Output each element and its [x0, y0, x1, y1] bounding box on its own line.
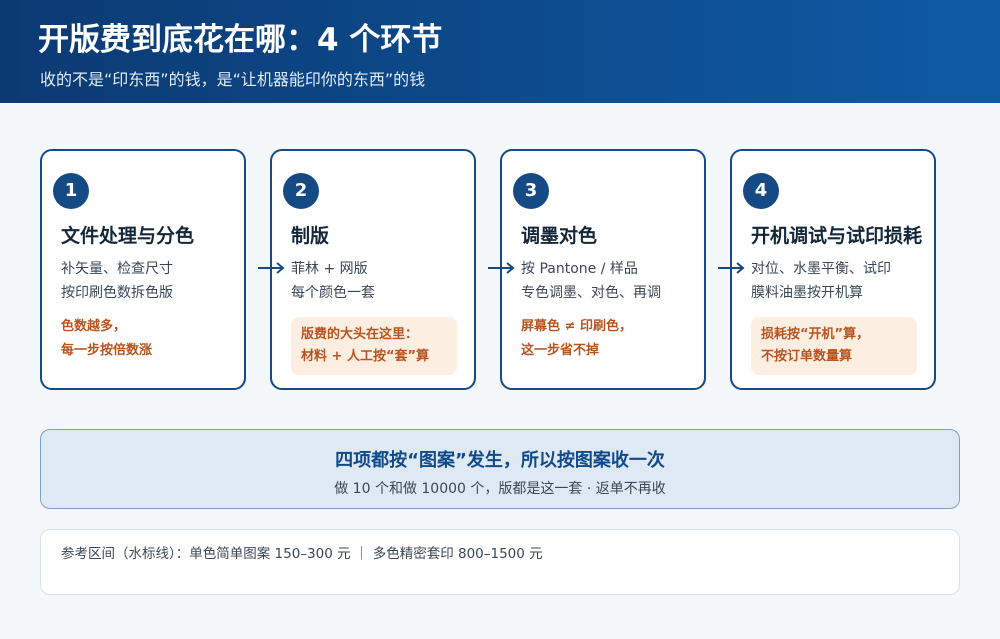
step-note-line: 损耗按“开机”算，: [761, 327, 870, 342]
step-number-badge: 2: [283, 173, 319, 209]
arrow-right-icon: [718, 262, 745, 274]
step-note-line: 屏幕色 ≠ 印刷色，: [521, 319, 632, 334]
step-number-badge: 3: [513, 173, 549, 209]
arrow-right-icon: [488, 262, 515, 274]
step-description: 菲林 + 网版 每个颜色一套: [291, 257, 375, 305]
step-note-line: 每一步按倍数涨: [61, 343, 153, 358]
page-title: 开版费到底花在哪：4 个环节: [38, 22, 443, 58]
step-card-4: 4 开机调试与试印损耗 对位、水墨平衡、试印 膜料油墨按开机算 损耗按“开机”算…: [730, 149, 936, 390]
step-description: 补矢量、检查尺寸 按印刷色数拆色版: [61, 257, 173, 305]
step-description-line: 按 Pantone / 样品: [521, 261, 638, 277]
step-description: 按 Pantone / 样品 专色调墨、对色、再调: [521, 257, 661, 305]
step-note: 屏幕色 ≠ 印刷色， 这一步省不掉: [521, 315, 632, 363]
step-description-line: 补矢量、检查尺寸: [61, 261, 173, 277]
step-note-highlight: 版费的大头在这里： 材料 + 人工按“套”算: [291, 317, 457, 375]
arrow-right-icon: [258, 262, 285, 274]
step-title: 调墨对色: [521, 225, 598, 247]
step-description-line: 专色调墨、对色、再调: [521, 285, 661, 301]
step-title: 文件处理与分色: [61, 225, 195, 247]
step-title: 制版: [291, 225, 330, 247]
step-description-line: 每个颜色一套: [291, 285, 375, 301]
step-description-line: 对位、水墨平衡、试印: [751, 261, 891, 277]
step-description: 对位、水墨平衡、试印 膜料油墨按开机算: [751, 257, 891, 305]
step-title: 开机调试与试印损耗: [751, 225, 923, 247]
step-card-3: 3 调墨对色 按 Pantone / 样品 专色调墨、对色、再调 屏幕色 ≠ 印…: [500, 149, 706, 390]
step-description-line: 菲林 + 网版: [291, 261, 368, 277]
step-note-line: 材料 + 人工按“套”算: [301, 349, 430, 364]
header-banner: 开版费到底花在哪：4 个环节 收的不是“印东西”的钱，是“让机器能印你的东西”的…: [0, 0, 1000, 103]
step-card-1: 1 文件处理与分色 补矢量、检查尺寸 按印刷色数拆色版 色数越多， 每一步按倍数…: [40, 149, 246, 390]
step-note-line: 不按订单数量算: [761, 349, 853, 364]
step-note-line: 版费的大头在这里：: [301, 327, 419, 342]
reference-box: 参考区间（水标线）：单色简单图案 150–300 元 ｜ 多色精密套印 800–…: [40, 529, 960, 595]
summary-subtext: 做 10 个和做 10000 个，版都是这一套 · 返单不再收: [334, 481, 666, 497]
step-description-line: 膜料油墨按开机算: [751, 285, 863, 301]
step-note-line: 色数越多，: [61, 319, 127, 334]
summary-box: 四项都按“图案”发生，所以按图案收一次 做 10 个和做 10000 个，版都是…: [40, 429, 960, 509]
step-number-badge: 1: [53, 173, 89, 209]
step-card-2: 2 制版 菲林 + 网版 每个颜色一套 版费的大头在这里： 材料 + 人工按“套…: [270, 149, 476, 390]
step-note: 色数越多， 每一步按倍数涨: [61, 315, 152, 363]
summary-headline: 四项都按“图案”发生，所以按图案收一次: [335, 450, 665, 471]
reference-price-range: 参考区间（水标线）：单色简单图案 150–300 元 ｜ 多色精密套印 800–…: [61, 546, 543, 562]
step-number-badge: 4: [743, 173, 779, 209]
step-note-highlight: 损耗按“开机”算， 不按订单数量算: [751, 317, 917, 375]
page-subtitle: 收的不是“印东西”的钱，是“让机器能印你的东西”的钱: [40, 70, 426, 89]
step-note-line: 这一步省不掉: [521, 343, 600, 358]
step-description-line: 按印刷色数拆色版: [61, 285, 173, 301]
